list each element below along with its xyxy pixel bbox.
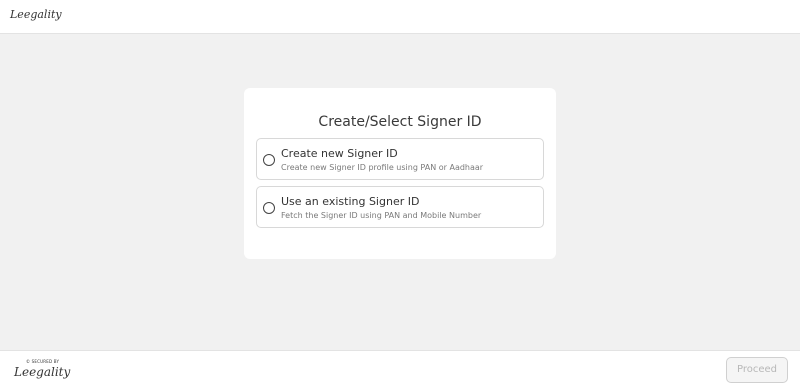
option-subtitle: Fetch the Signer ID using PAN and Mobile… — [281, 211, 482, 220]
option-use-existing-signer-id[interactable]: Use an existing Signer ID Fetch the Sign… — [256, 186, 544, 228]
radio-create-new[interactable] — [263, 154, 275, 166]
brand-logo: Leegality — [10, 8, 62, 21]
card-title: Create/Select Signer ID — [318, 114, 482, 130]
option-subtitle: Create new Signer ID profile using PAN o… — [281, 163, 484, 172]
footer-brand-logo: Leegality — [14, 365, 71, 379]
signer-id-card: Create/Select Signer ID Create new Signe… — [244, 88, 556, 259]
radio-use-existing[interactable] — [263, 202, 275, 214]
footer: © SECURED BY Leegality — [0, 350, 800, 388]
option-create-new-signer-id[interactable]: Create new Signer ID Create new Signer I… — [256, 138, 544, 180]
proceed-button[interactable]: Proceed — [726, 357, 788, 383]
option-title: Create new Signer ID — [281, 147, 398, 160]
option-title: Use an existing Signer ID — [281, 195, 420, 208]
secured-by-label: © SECURED BY — [26, 359, 60, 364]
brand-logo-text: Leegality — [10, 8, 62, 21]
top-bar: Leegality — [0, 0, 800, 34]
